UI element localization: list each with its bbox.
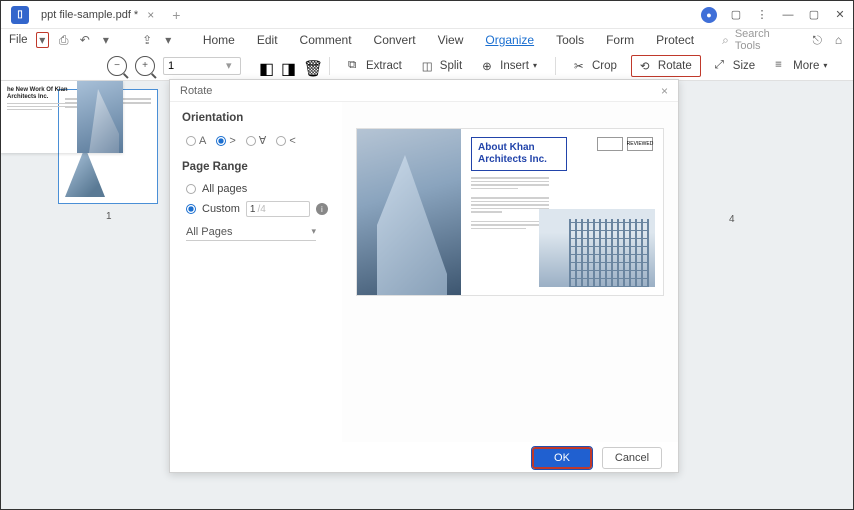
custom-range-input[interactable]: 1 /4: [246, 201, 310, 217]
top-toolbar: File ▾ ⎙ ↶ ▾ ⇪ ▾ Home Edit Comment Conve…: [1, 29, 853, 51]
print-icon[interactable]: ⎙: [57, 32, 70, 48]
dialog-footer: OK Cancel: [170, 442, 678, 474]
main-menu: Home Edit Comment Convert View Organize …: [183, 33, 714, 47]
search-icon: ⌕: [722, 33, 729, 48]
thumb-1-label: 1: [106, 211, 112, 222]
orient-90cw[interactable]: >: [216, 135, 235, 147]
share-icon[interactable]: ⇪: [141, 32, 154, 48]
extract-button[interactable]: ⧉Extract: [342, 56, 408, 76]
split-button[interactable]: ◫Split: [416, 56, 468, 76]
cancel-button[interactable]: Cancel: [602, 447, 662, 469]
dialog-title: Rotate: [180, 85, 212, 97]
ok-button[interactable]: OK: [532, 447, 592, 469]
home-icon[interactable]: ⌂: [832, 32, 845, 48]
orient-normal[interactable]: A: [186, 135, 206, 147]
new-tab-button[interactable]: +: [172, 7, 180, 23]
thumb-4-label: 4: [729, 214, 735, 225]
kebab-menu-icon[interactable]: ⋮: [755, 8, 769, 21]
document-tab[interactable]: ppt file-sample.pdf * ×: [35, 1, 158, 28]
tab-filename: ppt file-sample.pdf *: [41, 9, 138, 21]
menu-organize[interactable]: Organize: [485, 33, 534, 47]
menu-edit[interactable]: Edit: [257, 33, 278, 47]
organize-toolbar: − + 1 ▾ ◧ ◨ 🗑 ⧉Extract ◫Split ⊕Insert▾ ✂…: [1, 51, 853, 81]
rotate-left-icon[interactable]: ◧: [259, 59, 273, 73]
rotate-button[interactable]: ⟲Rotate: [631, 55, 701, 77]
info-icon[interactable]: i: [316, 203, 328, 215]
close-button[interactable]: ✕: [833, 8, 847, 21]
more-button[interactable]: ≡More▾: [769, 56, 833, 76]
orient-180[interactable]: ∀: [246, 134, 267, 147]
dialog-options-panel: Orientation A > ∀ < Page Range All pages…: [170, 102, 342, 442]
maximize-button[interactable]: ▢: [807, 8, 821, 21]
size-button[interactable]: ⤢Size: [709, 56, 761, 76]
redo-dropdown-icon[interactable]: ▾: [99, 32, 112, 48]
titlebar: ▯ ppt file-sample.pdf * × + ● ▢ ⋮ — ▢ ✕: [1, 1, 853, 29]
thumb-4-title: he New Work Of Klan Architects Inc.: [7, 87, 71, 100]
menu-form[interactable]: Form: [606, 33, 634, 47]
page-thumbnail-4[interactable]: he New Work Of Klan Architects Inc.: [1, 81, 123, 153]
page-range-label: Page Range: [182, 161, 330, 173]
preview-image-right: [539, 209, 655, 287]
chevron-down-icon: ▾: [311, 226, 316, 237]
page-dropdown-icon: ▾: [226, 59, 236, 72]
minimize-button[interactable]: —: [781, 9, 795, 21]
rotate-right-icon[interactable]: ◨: [281, 59, 295, 73]
preview-image-left: [357, 129, 461, 295]
rotate-dialog: Rotate × Orientation A > ∀ < Page Range …: [169, 79, 679, 473]
thumb-4-image: [77, 81, 123, 153]
chat-icon[interactable]: ▢: [729, 8, 743, 21]
search-area[interactable]: ⌕ Search Tools: [722, 28, 785, 52]
zoom-in-icon[interactable]: +: [135, 56, 155, 76]
delete-page-icon[interactable]: 🗑: [303, 59, 317, 73]
user-avatar[interactable]: ●: [701, 7, 717, 23]
tab-close-icon[interactable]: ×: [147, 8, 154, 22]
search-placeholder: Search Tools: [735, 28, 785, 52]
badge-reviewed: REVIEWED: [627, 137, 653, 151]
badge-1: [597, 137, 623, 151]
page-number-input[interactable]: 1 ▾: [163, 57, 241, 75]
page-preview: About Khan Architects Inc. REVIEWED: [356, 128, 664, 296]
save-icon[interactable]: ▾: [36, 32, 50, 48]
page-filter-dropdown[interactable]: All Pages ▾: [186, 223, 316, 241]
dialog-header: Rotate ×: [170, 80, 678, 102]
headset-icon[interactable]: ⎋: [811, 32, 824, 48]
pin-icon[interactable]: ▾: [162, 32, 175, 48]
preview-title-box: About Khan Architects Inc.: [471, 137, 567, 171]
menu-view[interactable]: View: [438, 33, 464, 47]
menu-convert[interactable]: Convert: [374, 33, 416, 47]
custom-range-option[interactable]: Custom 1 /4 i: [182, 201, 330, 217]
menu-tools[interactable]: Tools: [556, 33, 584, 47]
app-icon: ▯: [11, 6, 29, 24]
undo-icon[interactable]: ↶: [78, 32, 91, 48]
orientation-label: Orientation: [182, 112, 330, 124]
dialog-close-icon[interactable]: ×: [661, 84, 668, 98]
menu-home[interactable]: Home: [203, 33, 235, 47]
menu-protect[interactable]: Protect: [656, 33, 694, 47]
crop-button[interactable]: ✂Crop: [568, 56, 623, 76]
orient-90ccw[interactable]: <: [276, 135, 295, 147]
zoom-out-icon[interactable]: −: [107, 56, 127, 76]
all-pages-option[interactable]: All pages: [182, 183, 330, 195]
file-menu[interactable]: File: [9, 32, 28, 48]
dialog-preview-panel: About Khan Architects Inc. REVIEWED: [342, 102, 678, 442]
insert-button[interactable]: ⊕Insert▾: [476, 56, 543, 76]
menu-comment[interactable]: Comment: [300, 33, 352, 47]
